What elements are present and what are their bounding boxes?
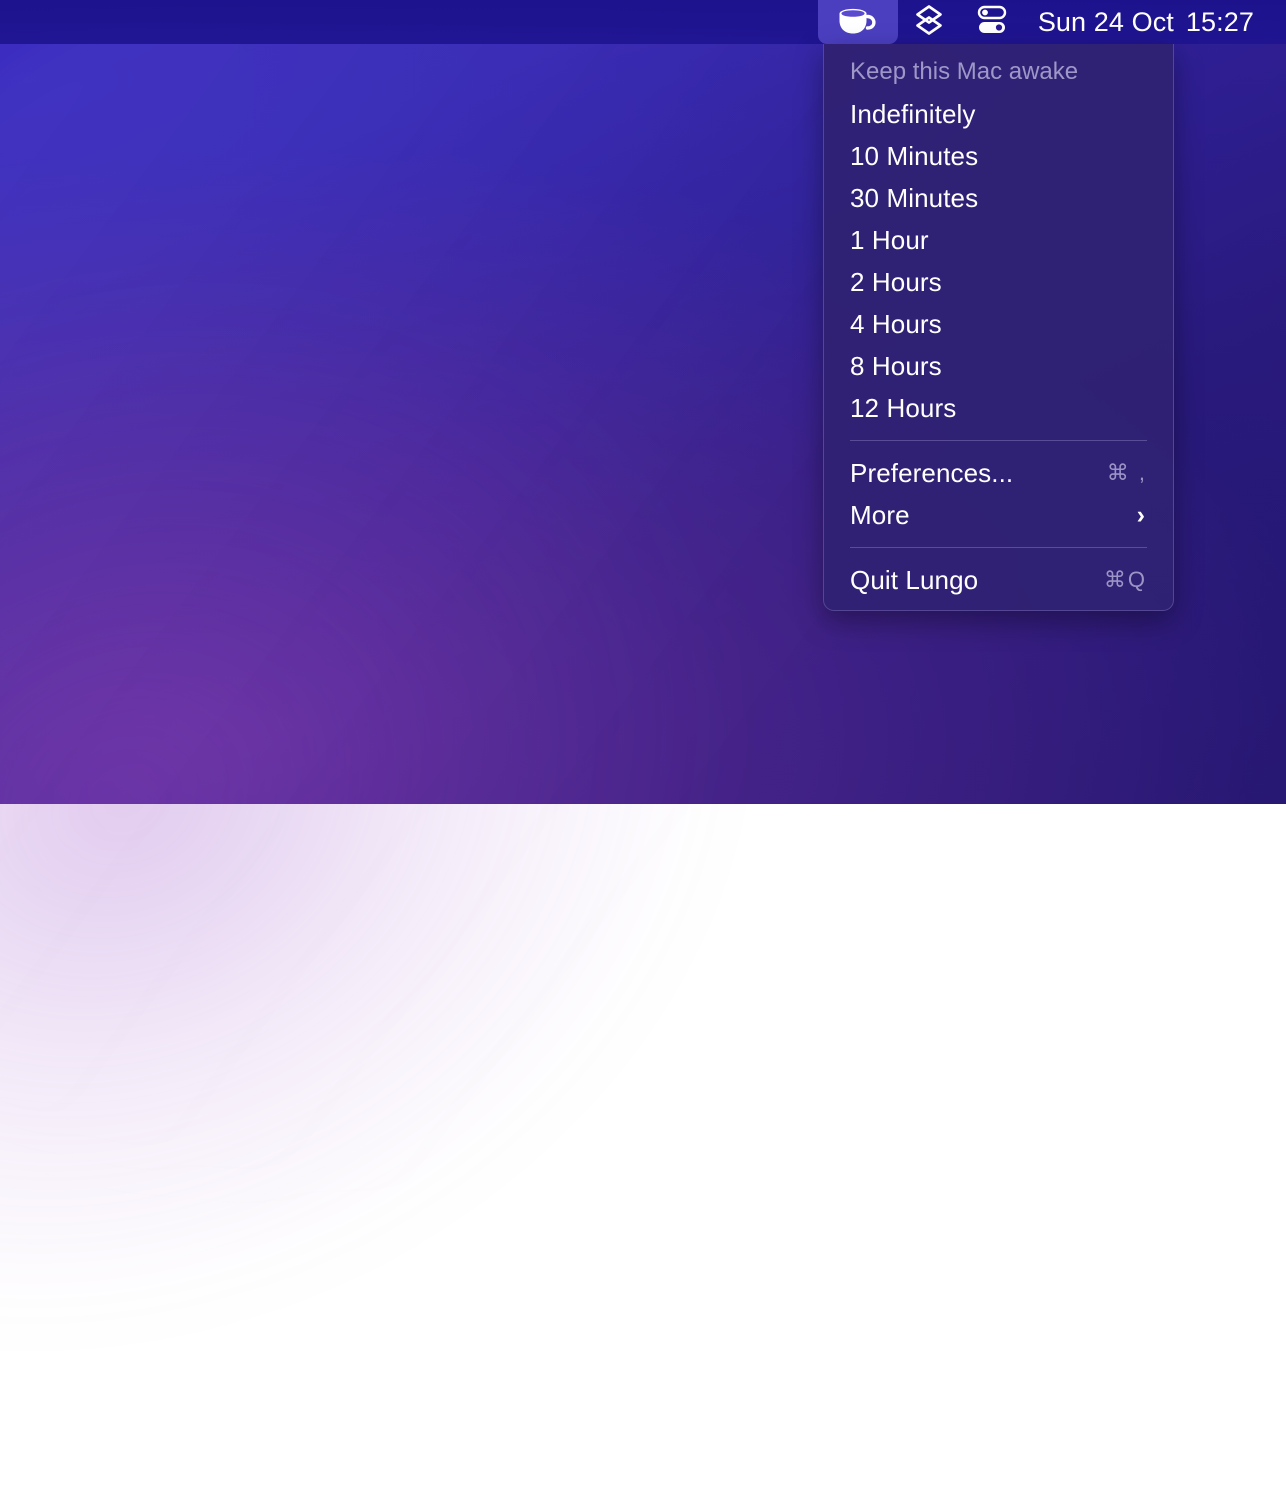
menu-item-label: Quit Lungo	[850, 567, 978, 593]
menu-item-more[interactable]: More ›	[824, 494, 1173, 536]
wallpaper-glow-purple	[0, 89, 899, 1511]
menu-item-label: More	[850, 502, 910, 528]
chevron-right-icon: ›	[1137, 503, 1145, 528]
menu-item-12-hours[interactable]: 12 Hours	[824, 387, 1173, 429]
coffee-cup-icon	[835, 3, 881, 42]
menu-separator-2	[850, 547, 1147, 548]
menu-item-quit-lungo[interactable]: Quit Lungo ⌘Q	[824, 559, 1173, 601]
menu-item-shortcut: ⌘Q	[1104, 569, 1147, 591]
menu-item-shortcut: ⌘ ,	[1107, 462, 1147, 484]
menu-item-10-minutes[interactable]: 10 Minutes	[824, 135, 1173, 177]
menu-bar-status-items: Sun 24 Oct 15:27	[818, 0, 1254, 44]
menu-item-label: Preferences...	[850, 460, 1013, 486]
menu-item-label: 4 Hours	[850, 311, 942, 337]
menu-item-30-minutes[interactable]: 30 Minutes	[824, 177, 1173, 219]
lungo-dropdown-menu: Keep this Mac awake Indefinitely 10 Minu…	[823, 44, 1174, 611]
clock-date: Sun 24 Oct	[1038, 7, 1174, 37]
menu-bar-item-control-center[interactable]	[960, 0, 1024, 44]
menu-item-indefinitely[interactable]: Indefinitely	[824, 93, 1173, 135]
menu-item-label: 30 Minutes	[850, 185, 978, 211]
menu-item-1-hour[interactable]: 1 Hour	[824, 219, 1173, 261]
menu-header-label: Keep this Mac awake	[824, 53, 1173, 93]
menu-item-8-hours[interactable]: 8 Hours	[824, 345, 1173, 387]
menu-item-label: 10 Minutes	[850, 143, 978, 169]
menu-item-label: 12 Hours	[850, 395, 956, 421]
menu-bar-item-layers[interactable]	[898, 0, 960, 44]
menu-bar: Sun 24 Oct 15:27	[0, 0, 1286, 44]
layers-stack-icon	[912, 3, 946, 42]
menu-item-label: 8 Hours	[850, 353, 942, 379]
menu-item-4-hours[interactable]: 4 Hours	[824, 303, 1173, 345]
menu-item-label: Indefinitely	[850, 101, 976, 127]
menu-bar-item-lungo[interactable]	[818, 0, 898, 44]
menu-item-label: 2 Hours	[850, 269, 942, 295]
menu-bar-clock[interactable]: Sun 24 Oct 15:27	[1038, 7, 1254, 38]
menu-item-2-hours[interactable]: 2 Hours	[824, 261, 1173, 303]
menu-item-label: 1 Hour	[850, 227, 929, 253]
menu-separator-1	[850, 440, 1147, 441]
menu-item-preferences[interactable]: Preferences... ⌘ ,	[824, 452, 1173, 494]
control-center-sliders-icon	[974, 3, 1010, 42]
clock-time: 15:27	[1186, 7, 1254, 37]
